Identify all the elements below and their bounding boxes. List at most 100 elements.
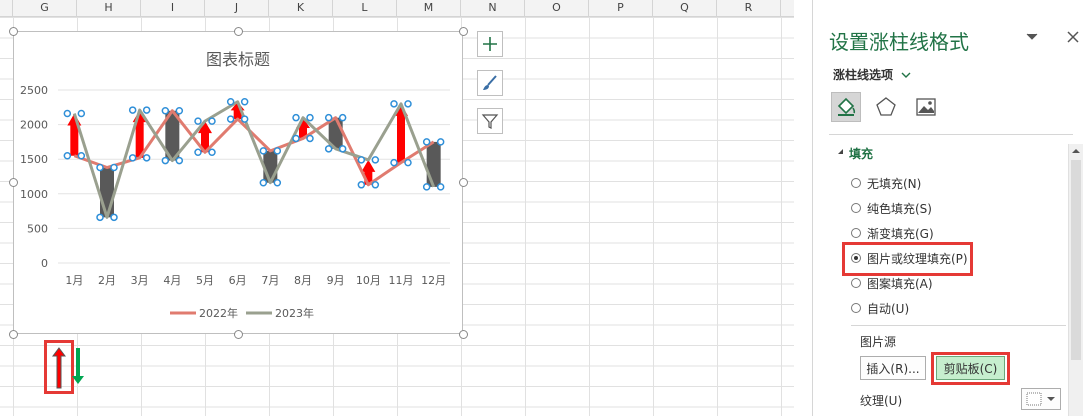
up-down-arrows[interactable] (52, 346, 88, 390)
paint-bucket-icon (837, 97, 856, 116)
column-header[interactable]: O (525, 0, 589, 16)
bar-selection-handle (404, 158, 412, 167)
x-tick-label: 8月 (294, 274, 312, 287)
radio-auto[interactable]: 自动(U) (851, 299, 909, 317)
chevron-down-icon[interactable] (1026, 32, 1038, 42)
radio-solid-fill[interactable]: 纯色填充(S) (851, 199, 932, 217)
chart-styles-button[interactable] (477, 70, 503, 96)
radio-picture-fill[interactable]: 图片或纹理填充(P) (851, 249, 968, 267)
bar-selection-handle (142, 154, 151, 162)
column-header[interactable]: K (269, 0, 333, 16)
y-tick-label: 0 (41, 257, 48, 270)
filter-icon (481, 114, 499, 129)
up-arrow-icon (52, 347, 66, 389)
clipboard-button[interactable]: 剪贴板(C) (936, 356, 1005, 380)
bar-selection-handle (161, 156, 170, 165)
bar-selection-handle (128, 106, 137, 114)
pane-vertical-scrollbar[interactable] (1068, 144, 1083, 416)
options-dropdown[interactable]: 涨柱线选项 (833, 66, 911, 83)
bar-selection-handle (306, 113, 314, 122)
resize-handle[interactable] (459, 27, 468, 36)
resize-handle[interactable] (459, 178, 468, 187)
spreadsheet: G H I J K L M N O P Q R 图表标题 0 500 1000 150… (0, 0, 794, 416)
column-header[interactable]: Q (653, 0, 717, 16)
chart-filters-button[interactable] (477, 108, 503, 134)
x-tick-label: 10月 (356, 274, 381, 287)
effects-tab[interactable] (871, 92, 901, 122)
column-header[interactable]: H (77, 0, 141, 16)
x-tick-label: 7月 (261, 274, 279, 287)
radio-label: 无填充(N) (867, 176, 922, 191)
fill-section-header[interactable]: 填充 (849, 145, 873, 162)
column-header[interactable]: L (333, 0, 397, 16)
radio-label: 纯色填充(S) (867, 201, 932, 216)
radio-pattern-fill[interactable]: 图案填充(A) (851, 274, 933, 292)
radio-button[interactable] (851, 303, 861, 313)
column-header[interactable]: M (397, 0, 461, 16)
brush-icon (483, 75, 497, 90)
collapse-triangle-icon[interactable] (837, 148, 845, 156)
bar-selection-handle (273, 147, 282, 155)
x-tick-label: 1月 (65, 274, 83, 287)
column-header[interactable]: I (141, 0, 205, 16)
bar-selection-handle (161, 107, 170, 115)
column-header[interactable]: R (717, 0, 781, 16)
insert-button[interactable]: 插入(R)... (860, 356, 926, 380)
scroll-up-icon[interactable] (1070, 146, 1082, 156)
scroll-thumb[interactable] (1071, 160, 1081, 360)
fill-line-tab[interactable] (831, 92, 861, 122)
bar-selection-handle (306, 134, 314, 143)
texture-dropdown[interactable] (1021, 388, 1061, 410)
plus-icon (483, 37, 497, 51)
bar-selection-handle (436, 138, 445, 146)
chart-elements-button[interactable] (477, 31, 503, 57)
down-bar (100, 167, 114, 218)
y-tick-label: 2500 (20, 84, 48, 97)
column-header[interactable]: J (205, 0, 269, 16)
radio-button[interactable] (851, 203, 861, 213)
bar-selection-handle (194, 117, 202, 125)
radio-button[interactable] (851, 178, 861, 188)
radio-button[interactable] (851, 278, 861, 288)
resize-handle[interactable] (9, 178, 18, 187)
bar-selection-handle (422, 138, 431, 146)
down-bar (426, 141, 441, 187)
chart-plot[interactable]: 0 500 1000 1500 2000 2500 1月 2月 3月 4月 5月 6月 7月 8月 9月 10… (14, 32, 462, 333)
texture-swatch-icon (1026, 392, 1055, 406)
column-header[interactable]: N (461, 0, 525, 16)
y-tick-label: 1500 (20, 153, 48, 166)
pentagon-icon (876, 97, 896, 116)
column-header[interactable]: G (13, 0, 77, 16)
resize-handle[interactable] (9, 27, 18, 36)
bar-selection-handle (208, 148, 216, 157)
resize-handle[interactable] (234, 330, 243, 339)
column-header[interactable]: P (589, 0, 653, 16)
column-header-bar: G H I J K L M N O P Q R (0, 0, 794, 17)
x-tick-label: 11月 (389, 274, 414, 287)
resize-handle[interactable] (459, 330, 468, 339)
options-dropdown-label: 涨柱线选项 (833, 68, 894, 82)
radio-no-fill[interactable]: 无填充(N) (851, 174, 921, 192)
column-header-edge (0, 0, 13, 16)
chart-area[interactable]: 图表标题 0 500 1000 1500 2000 2500 1月 2月 3月 4月 5月 6月 7月 8… (13, 31, 463, 334)
bar-selection-handle (436, 183, 445, 191)
radio-label: 图片或纹理填充(P) (867, 251, 968, 266)
format-pane: 设置涨柱线格式 涨柱线选项 填充 无填充(N) 纯色填充(S) 渐变填充(G) … (812, 0, 1090, 416)
legend-label: 2022年 (199, 306, 238, 320)
bar-selection-handle (110, 213, 118, 222)
bar-selection-handle (128, 154, 137, 162)
resize-handle[interactable] (9, 330, 18, 339)
radio-button[interactable] (851, 228, 861, 238)
bar-selection-handle (371, 181, 380, 189)
resize-handle[interactable] (234, 27, 243, 36)
chevron-down-icon (901, 72, 911, 78)
picture-tab[interactable] (911, 92, 941, 122)
radio-button[interactable] (851, 253, 861, 263)
close-icon[interactable] (1066, 30, 1080, 44)
texture-label: 纹理(U) (860, 394, 903, 408)
bar-selection-handle (240, 98, 249, 106)
bar-selection-handle (226, 115, 235, 123)
radio-gradient-fill[interactable]: 渐变填充(G) (851, 224, 934, 242)
bar-selection-handle (240, 115, 249, 123)
bar-selection-handle (194, 148, 202, 157)
